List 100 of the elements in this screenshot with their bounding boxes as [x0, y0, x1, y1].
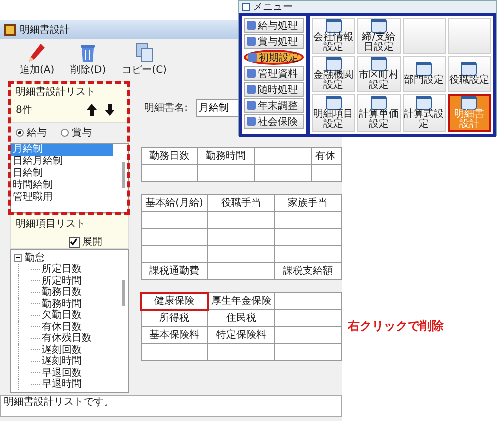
table-cell[interactable]: [274, 310, 342, 326]
app-icon: [4, 24, 16, 36]
tree-item[interactable]: 早退回数: [42, 366, 82, 380]
table-cell[interactable]: 健康保険: [141, 292, 208, 310]
table-cell[interactable]: [198, 164, 254, 182]
menu-tile-button[interactable]: [448, 18, 491, 54]
table-cell[interactable]: [254, 148, 312, 164]
table-cell[interactable]: [274, 212, 342, 228]
menu-tile-button[interactable]: 役職設定: [448, 56, 491, 92]
trash-can-icon: [80, 43, 96, 63]
tree-item[interactable]: 有休残日数: [42, 331, 92, 346]
move-down-button[interactable]: [104, 104, 115, 116]
list-item[interactable]: 管理職用: [11, 192, 113, 204]
table-cell[interactable]: 住民税: [208, 310, 275, 326]
table-cell[interactable]: 役職手当: [208, 194, 275, 212]
table-cell[interactable]: [311, 164, 342, 182]
expand-checkbox[interactable]: 展開: [68, 235, 103, 249]
tree-item[interactable]: 勤務時間: [42, 296, 82, 311]
square-icon: [247, 21, 256, 30]
window-icon: [416, 96, 432, 110]
window-title: メニュー: [253, 1, 293, 14]
menu-tile-button[interactable]: 計算式設定: [402, 94, 446, 132]
table-cell[interactable]: 基本給(月給): [141, 194, 208, 212]
table-cell[interactable]: [274, 326, 342, 344]
table-cell[interactable]: 特定保険料: [208, 326, 275, 344]
table-cell[interactable]: [208, 228, 275, 246]
table-cell[interactable]: [208, 246, 275, 262]
table-cell[interactable]: [141, 246, 208, 262]
menu-tile-button[interactable]: 市区町村設定: [357, 56, 400, 92]
table-cell[interactable]: [141, 212, 208, 228]
table-cell[interactable]: [141, 164, 198, 182]
menu-tile-button[interactable]: 金融機関設定: [312, 56, 356, 92]
square-icon: [247, 101, 256, 110]
table-cell[interactable]: [274, 292, 342, 310]
radio-option[interactable]: 賞与: [61, 126, 92, 140]
table-cell[interactable]: 基本保険料: [141, 326, 208, 344]
table-cell[interactable]: [208, 212, 275, 228]
table-cell[interactable]: [208, 344, 275, 360]
tree-item[interactable]: 遅刻回数: [42, 342, 82, 357]
table-cell[interactable]: 勤務時間: [198, 148, 254, 164]
status-text: 明細書設計リストです。: [0, 395, 342, 417]
table-cell[interactable]: [274, 344, 342, 360]
menu-category-button[interactable]: 管理資料: [244, 66, 304, 81]
menu-category-button[interactable]: 初期設定: [244, 50, 304, 65]
square-icon: [247, 117, 256, 126]
menu-category-button[interactable]: 給与処理: [244, 18, 304, 33]
table-cell[interactable]: 課税通勤費: [141, 262, 208, 280]
menu-category-button[interactable]: 賞与処理: [244, 34, 304, 49]
window-icon: [370, 57, 387, 71]
table-cell[interactable]: [274, 246, 342, 262]
table-cell[interactable]: [254, 164, 312, 182]
square-icon: [247, 69, 256, 78]
menu-tile-button[interactable]: 計算単価設定: [357, 94, 400, 132]
table-cell[interactable]: [208, 262, 275, 280]
list-item[interactable]: 時間給制: [11, 180, 113, 192]
table-cell[interactable]: [274, 228, 342, 246]
move-up-button[interactable]: [86, 104, 97, 116]
table-cell[interactable]: 有休: [311, 148, 342, 164]
tree-item[interactable]: 遅刻時間: [42, 354, 82, 368]
tree-item[interactable]: 早退時間: [42, 377, 82, 392]
tree-item[interactable]: 有休日数: [42, 320, 82, 334]
list-item[interactable]: 日給月給制: [11, 156, 113, 168]
field-label: 明細書名:: [144, 102, 188, 115]
tree-item[interactable]: 所定日数: [42, 262, 82, 276]
menu-category-button[interactable]: 年末調整: [244, 98, 304, 113]
menu-tile-button[interactable]: 会社情報設定: [312, 18, 356, 54]
tree-item[interactable]: 勤怠: [25, 250, 45, 265]
window-icon: [242, 3, 250, 11]
table-cell[interactable]: 家族手当: [274, 194, 342, 212]
menu-tile-button[interactable]: 明細項目設定: [312, 94, 356, 132]
tree-item[interactable]: 欠勤日数: [42, 308, 82, 322]
table-cell[interactable]: 勤務日数: [141, 148, 198, 164]
copy-button[interactable]: コピー(C): [118, 43, 171, 77]
window-icon: [326, 96, 342, 110]
down-arrow-icon: [104, 104, 115, 116]
add-button[interactable]: 追加(A): [16, 43, 59, 77]
item-count: 8件: [16, 104, 34, 117]
menu-category-button[interactable]: 随時処理: [244, 82, 304, 97]
radio-option[interactable]: 給与: [16, 126, 47, 140]
table-cell[interactable]: 厚生年金保険: [208, 292, 275, 310]
annotation-text: 右クリックで削除: [346, 318, 446, 335]
menu-category-button[interactable]: 社会保険: [244, 114, 304, 129]
table-cell[interactable]: [141, 344, 208, 360]
panel-title: 明細書設計リスト: [16, 86, 97, 99]
collapse-toggle-icon[interactable]: [14, 254, 22, 262]
table-cell[interactable]: 課税支給額: [274, 262, 342, 280]
list-item[interactable]: 日給制: [11, 168, 113, 180]
menu-tile-button[interactable]: 締/支給日設定: [357, 18, 400, 54]
tree-item[interactable]: 所定時間: [42, 274, 82, 288]
checkbox[interactable]: [68, 236, 80, 248]
window-icon: [326, 19, 342, 33]
table-cell[interactable]: 所得税: [141, 310, 208, 326]
scrollbar-thumb[interactable]: [122, 162, 125, 188]
delete-button[interactable]: 削除(D): [66, 43, 110, 77]
table-cell[interactable]: [141, 228, 208, 246]
window-icon: [370, 19, 387, 33]
menu-tile-button[interactable]: [402, 18, 446, 54]
scrollbar-thumb[interactable]: [122, 280, 125, 306]
menu-tile-button[interactable]: 部門設定: [402, 56, 446, 92]
tree-item[interactable]: 勤務日数: [42, 285, 82, 300]
